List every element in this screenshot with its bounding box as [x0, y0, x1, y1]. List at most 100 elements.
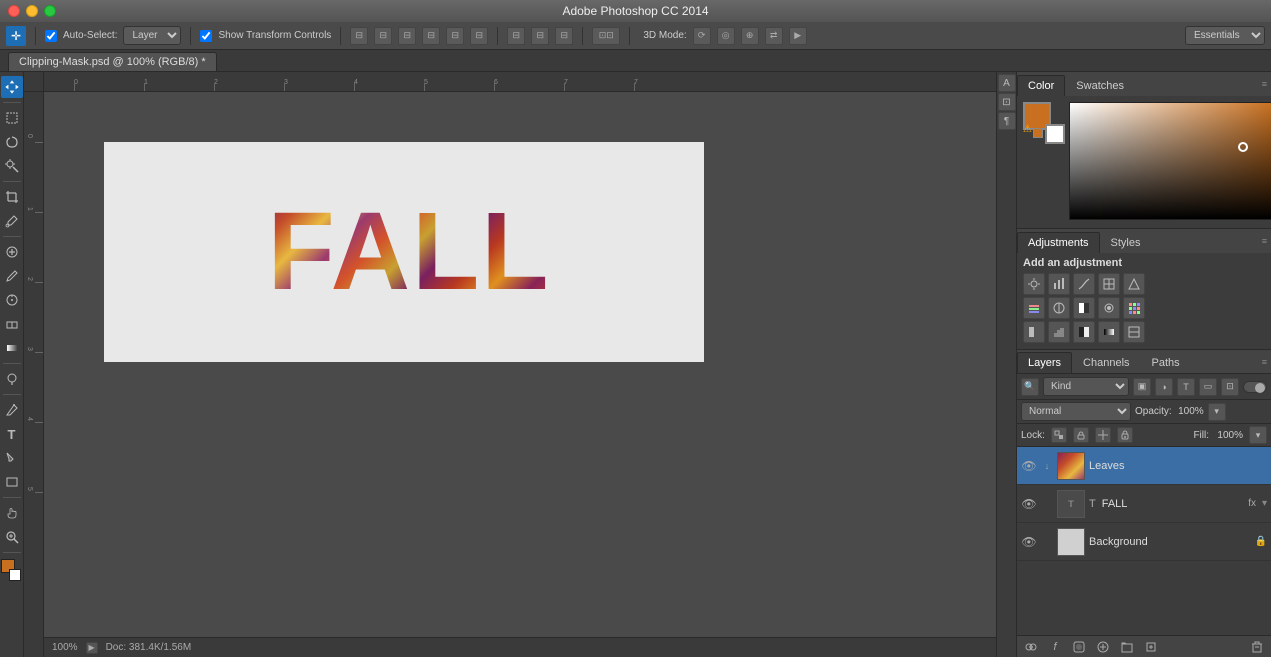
distribute-icon3[interactable]: ⊟ — [555, 27, 573, 45]
vibrance-adj-icon[interactable] — [1123, 273, 1145, 295]
channelmixer-adj-icon[interactable] — [1123, 297, 1145, 319]
pen-tool[interactable] — [1, 399, 23, 421]
colorbalance-adj-icon[interactable] — [1048, 297, 1070, 319]
shape-tool[interactable] — [1, 471, 23, 493]
layer-visibility-fall[interactable]: 👁 — [1021, 496, 1037, 512]
layers-filter-type-icon[interactable]: T — [1177, 378, 1195, 396]
delete-layer-btn[interactable] — [1249, 639, 1265, 655]
tool-icon[interactable]: ✛ — [6, 26, 26, 46]
selective-adj-icon[interactable] — [1123, 321, 1145, 343]
link-layers-btn[interactable] — [1023, 639, 1039, 655]
layers-filter-pixel-icon[interactable]: ▣ — [1133, 378, 1151, 396]
distribute-icon1[interactable]: ⊟ — [507, 27, 525, 45]
document-tab[interactable]: Clipping-Mask.psd @ 100% (RGB/8) * — [8, 52, 217, 71]
channels-tab[interactable]: Channels — [1072, 352, 1140, 373]
lock-image-btn[interactable] — [1073, 427, 1089, 443]
color-gradient-area[interactable] — [1069, 102, 1271, 222]
color-gradient[interactable] — [1069, 102, 1271, 220]
distribute-icon2[interactable]: ⊟ — [531, 27, 549, 45]
create-layer-btn[interactable] — [1143, 639, 1159, 655]
gradmap-adj-icon[interactable] — [1098, 321, 1120, 343]
status-arrow-btn[interactable]: ▶ — [86, 642, 98, 654]
layer-fx-expand[interactable]: ▾ — [1262, 498, 1267, 509]
lasso-tool[interactable] — [1, 131, 23, 153]
layers-filter-adj-icon[interactable]: ◑ — [1155, 378, 1173, 396]
bw-adj-icon[interactable] — [1073, 297, 1095, 319]
color-panel-expand[interactable]: ≡ — [1262, 79, 1267, 89]
minimize-button[interactable] — [26, 5, 38, 17]
align-bottom-icon[interactable]: ⊟ — [398, 27, 416, 45]
3d-rotate-icon[interactable]: ⟳ — [693, 27, 711, 45]
adj-panel-expand[interactable]: ≡ — [1262, 236, 1267, 246]
swatches-tab[interactable]: Swatches — [1065, 75, 1135, 96]
text-tool[interactable]: T — [1, 423, 23, 445]
brush-tool[interactable] — [1, 265, 23, 287]
heal-tool[interactable] — [1, 241, 23, 263]
mini-btn-3[interactable]: ¶ — [998, 112, 1016, 130]
invert-adj-icon[interactable] — [1023, 321, 1045, 343]
move-tool[interactable] — [1, 76, 23, 98]
lock-transparent-btn[interactable] — [1051, 427, 1067, 443]
eraser-tool[interactable] — [1, 313, 23, 335]
layer-row-fall[interactable]: 👁 T T FALL fx ▾ — [1017, 485, 1271, 523]
styles-tab[interactable]: Styles — [1100, 232, 1152, 253]
layers-search-icon[interactable]: 🔍 — [1021, 378, 1039, 396]
window-controls[interactable] — [8, 5, 56, 17]
layer-visibility-background[interactable]: 👁 — [1021, 534, 1037, 550]
magic-wand-tool[interactable] — [1, 155, 23, 177]
layers-filter-smart-icon[interactable]: ⊡ — [1221, 378, 1239, 396]
maximize-button[interactable] — [44, 5, 56, 17]
lock-all-btn[interactable] — [1117, 427, 1133, 443]
brightness-adj-icon[interactable] — [1023, 273, 1045, 295]
hand-tool[interactable] — [1, 502, 23, 524]
posterize-adj-icon[interactable] — [1048, 321, 1070, 343]
curves-adj-icon[interactable] — [1073, 273, 1095, 295]
align-vcenter-icon[interactable]: ⊟ — [374, 27, 392, 45]
opacity-dropdown-btn[interactable]: ▾ — [1208, 403, 1226, 421]
3d-roll-icon[interactable]: ◎ — [717, 27, 735, 45]
add-style-btn[interactable]: f — [1047, 639, 1063, 655]
path-select-tool[interactable] — [1, 447, 23, 469]
mini-btn-2[interactable]: ⊡ — [998, 93, 1016, 111]
paths-tab[interactable]: Paths — [1141, 352, 1191, 373]
mini-btn-1[interactable]: A — [998, 74, 1016, 92]
arrange-icon[interactable]: ⊡⊡ — [592, 27, 620, 45]
3d-scale-icon[interactable]: ▶ — [789, 27, 807, 45]
zoom-tool[interactable] — [1, 526, 23, 548]
transform-checkbox[interactable] — [200, 30, 212, 42]
layers-filter-shape-icon[interactable]: ▭ — [1199, 378, 1217, 396]
add-mask-btn[interactable] — [1071, 639, 1087, 655]
crop-tool[interactable] — [1, 186, 23, 208]
exposure-adj-icon[interactable] — [1098, 273, 1120, 295]
bg-swatch[interactable] — [1045, 124, 1065, 144]
auto-select-checkbox[interactable] — [45, 30, 57, 42]
layer-row-background[interactable]: 👁 Background 🔒 — [1017, 523, 1271, 561]
layer-visibility-leaves[interactable]: 👁 — [1021, 458, 1037, 474]
clone-tool[interactable] — [1, 289, 23, 311]
workspace-select[interactable]: Essentials — [1185, 26, 1265, 45]
hsl-adj-icon[interactable] — [1023, 297, 1045, 319]
fill-dropdown-btn[interactable]: ▾ — [1249, 426, 1267, 444]
layer-select[interactable]: Layer Group — [123, 26, 181, 45]
layers-kind-select[interactable]: Kind — [1043, 377, 1129, 396]
dodge-tool[interactable] — [1, 368, 23, 390]
align-hcenter-icon[interactable]: ⊟ — [446, 27, 464, 45]
threshold-adj-icon[interactable] — [1073, 321, 1095, 343]
close-button[interactable] — [8, 5, 20, 17]
3d-pan-icon[interactable]: ⊕ — [741, 27, 759, 45]
3d-slide-icon[interactable]: ⇄ — [765, 27, 783, 45]
eyedropper-tool[interactable] — [1, 210, 23, 232]
marquee-tool[interactable] — [1, 107, 23, 129]
gradient-tool[interactable] — [1, 337, 23, 359]
align-top-icon[interactable]: ⊟ — [350, 27, 368, 45]
blend-mode-select[interactable]: Normal Multiply Screen Overlay — [1021, 402, 1131, 421]
photofilter-adj-icon[interactable] — [1098, 297, 1120, 319]
align-right-icon[interactable]: ⊟ — [470, 27, 488, 45]
background-color[interactable] — [9, 569, 21, 581]
lock-position-btn[interactable] — [1095, 427, 1111, 443]
layers-panel-expand[interactable]: ≡ — [1262, 357, 1267, 367]
add-adjustment-btn[interactable] — [1095, 639, 1111, 655]
adjustments-tab[interactable]: Adjustments — [1017, 232, 1100, 253]
align-left-icon[interactable]: ⊟ — [422, 27, 440, 45]
layers-tab[interactable]: Layers — [1017, 352, 1072, 373]
